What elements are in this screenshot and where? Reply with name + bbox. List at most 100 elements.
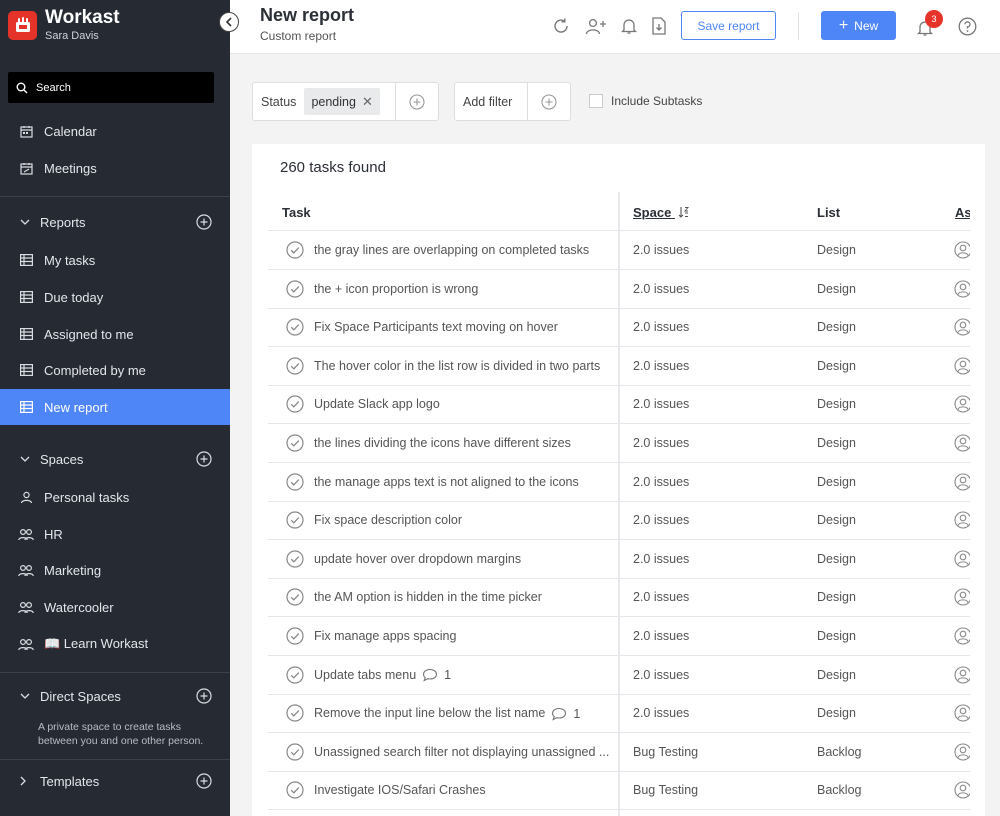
sidebar-search[interactable]: Search bbox=[8, 72, 214, 103]
task-space[interactable]: 2.0 issues bbox=[633, 282, 689, 296]
task-space[interactable]: 2.0 issues bbox=[633, 397, 689, 411]
add-status-value-button[interactable] bbox=[395, 83, 438, 120]
column-header-space[interactable]: Space bbox=[633, 205, 690, 220]
table-row[interactable]: Update tabs menu 1 2.0 issues Design bbox=[268, 656, 970, 695]
task-space[interactable]: 2.0 issues bbox=[633, 629, 689, 643]
assignee-avatar-icon[interactable] bbox=[954, 588, 970, 609]
task-name[interactable]: The hover color in the list row is divid… bbox=[314, 359, 610, 373]
task-list[interactable]: Backlog bbox=[817, 783, 861, 797]
column-header-list[interactable]: List bbox=[817, 205, 840, 220]
complete-task-check-icon[interactable] bbox=[286, 704, 304, 725]
direct-spaces-section-header[interactable]: Direct Spaces bbox=[0, 678, 230, 714]
table-row[interactable]: Remove the input line below the list nam… bbox=[268, 694, 970, 734]
assignee-avatar-icon[interactable] bbox=[954, 704, 970, 725]
complete-task-check-icon[interactable] bbox=[286, 550, 304, 571]
add-template-icon[interactable] bbox=[196, 773, 212, 792]
assignee-avatar-icon[interactable] bbox=[954, 280, 970, 301]
task-name[interactable]: the + icon proportion is wrong bbox=[314, 282, 610, 296]
sidebar-item-assigned-to-me[interactable]: Assigned to me bbox=[0, 316, 230, 352]
close-icon[interactable]: ✕ bbox=[362, 94, 373, 110]
task-name[interactable]: update hover over dropdown margins bbox=[314, 552, 610, 566]
task-name[interactable]: Unassigned search filter not displaying … bbox=[314, 745, 610, 759]
sidebar-item-completed-by-me[interactable]: Completed by me bbox=[0, 352, 230, 388]
brand[interactable]: Workast Sara Davis bbox=[8, 8, 120, 42]
complete-task-check-icon[interactable] bbox=[286, 395, 304, 416]
task-name[interactable]: Fix Space Participants text moving on ho… bbox=[314, 320, 610, 334]
complete-task-check-icon[interactable] bbox=[286, 434, 304, 455]
sidebar-item-hr[interactable]: HR bbox=[0, 516, 230, 552]
task-list[interactable]: Backlog bbox=[817, 745, 861, 759]
refresh-icon[interactable] bbox=[551, 16, 571, 36]
assignee-avatar-icon[interactable] bbox=[954, 781, 970, 802]
task-space[interactable]: 2.0 issues bbox=[633, 552, 689, 566]
task-name[interactable]: the AM option is hidden in the time pick… bbox=[314, 590, 610, 604]
task-list[interactable]: Design bbox=[817, 397, 856, 411]
task-name[interactable]: Update Slack app logo bbox=[314, 397, 610, 411]
add-filter[interactable]: Add filter bbox=[454, 82, 571, 121]
bell-icon[interactable] bbox=[619, 16, 639, 36]
task-space[interactable]: 2.0 issues bbox=[633, 320, 689, 334]
task-space[interactable]: 2.0 issues bbox=[633, 359, 689, 373]
table-row[interactable]: Fix Space Participants text moving on ho… bbox=[268, 308, 970, 348]
task-list[interactable]: Design bbox=[817, 320, 856, 334]
table-row[interactable]: Unassigned search filter not displaying … bbox=[268, 733, 970, 772]
task-list[interactable]: Design bbox=[817, 282, 856, 296]
add-space-icon[interactable] bbox=[196, 451, 212, 470]
table-row[interactable]: the lines dividing the icons have differ… bbox=[268, 424, 970, 463]
task-list[interactable]: Design bbox=[817, 513, 856, 527]
comments-indicator[interactable]: 1 bbox=[551, 707, 580, 721]
sidebar-item-watercooler[interactable]: Watercooler bbox=[0, 589, 230, 625]
assignee-avatar-icon[interactable] bbox=[954, 550, 970, 571]
help-icon[interactable] bbox=[957, 16, 977, 36]
save-report-button[interactable]: Save report bbox=[681, 11, 776, 40]
complete-task-check-icon[interactable] bbox=[286, 627, 304, 648]
table-row[interactable]: update hover over dropdown margins 2.0 is… bbox=[268, 540, 970, 579]
sidebar-item-my-tasks[interactable]: My tasks bbox=[0, 242, 230, 278]
task-list[interactable]: Design bbox=[817, 436, 856, 450]
table-row[interactable]: Investigate IOS/Safari Crashes Bug Testin… bbox=[268, 771, 970, 811]
complete-task-check-icon[interactable] bbox=[286, 241, 304, 262]
task-space[interactable]: 2.0 issues bbox=[633, 513, 689, 527]
task-list[interactable]: Design bbox=[817, 243, 856, 257]
task-space[interactable]: 2.0 issues bbox=[633, 590, 689, 604]
assignee-avatar-icon[interactable] bbox=[954, 434, 970, 455]
task-space[interactable]: 2.0 issues bbox=[633, 243, 689, 257]
spaces-section-header[interactable]: Spaces bbox=[0, 441, 230, 477]
include-subtasks[interactable]: Include Subtasks bbox=[589, 94, 702, 108]
add-report-icon[interactable] bbox=[196, 214, 212, 233]
complete-task-check-icon[interactable] bbox=[286, 472, 304, 494]
complete-task-check-icon[interactable] bbox=[286, 357, 304, 378]
complete-task-check-icon[interactable] bbox=[286, 743, 304, 764]
table-row[interactable]: the AM option is hidden in the time pick… bbox=[268, 578, 970, 618]
column-header-task[interactable]: Task bbox=[282, 205, 311, 220]
task-name[interactable]: Update tabs menu 1 bbox=[314, 668, 610, 683]
task-name[interactable]: the lines dividing the icons have differ… bbox=[314, 436, 610, 450]
add-filter-button[interactable] bbox=[527, 83, 570, 120]
complete-task-check-icon[interactable] bbox=[286, 279, 304, 301]
templates-section-header[interactable]: Templates bbox=[0, 763, 230, 799]
sidebar-item-calendar[interactable]: Calendar bbox=[0, 113, 230, 149]
task-name[interactable]: Fix manage apps spacing bbox=[314, 629, 610, 643]
sidebar-item-meetings[interactable]: Meetings bbox=[0, 150, 230, 186]
assignee-avatar-icon[interactable] bbox=[954, 473, 970, 494]
sidebar-item-learn-workast[interactable]: 📖 Learn Workast bbox=[0, 626, 230, 662]
assignee-avatar-icon[interactable] bbox=[954, 627, 970, 648]
new-button[interactable]: + New bbox=[821, 11, 896, 40]
task-name[interactable]: Remove the input line below the list nam… bbox=[314, 706, 610, 721]
assignee-avatar-icon[interactable] bbox=[954, 666, 970, 687]
table-row[interactable]: the + icon proportion is wrong 2.0 issues… bbox=[268, 270, 970, 309]
task-space[interactable]: 2.0 issues bbox=[633, 436, 689, 450]
table-row[interactable]: The hover color in the list row is divid… bbox=[268, 347, 970, 386]
assignee-avatar-icon[interactable] bbox=[954, 318, 970, 339]
task-list[interactable]: Design bbox=[817, 552, 856, 566]
table-row[interactable]: Fix manage apps spacing 2.0 issues Design bbox=[268, 617, 970, 656]
status-chip[interactable]: pending ✕ bbox=[304, 88, 380, 115]
complete-task-check-icon[interactable] bbox=[286, 318, 304, 339]
sidebar-item-new-report[interactable]: New report bbox=[0, 389, 230, 425]
include-subtasks-checkbox[interactable] bbox=[589, 94, 603, 108]
task-list[interactable]: Design bbox=[817, 475, 856, 489]
column-header-assignee[interactable]: As bbox=[955, 205, 970, 220]
add-direct-space-icon[interactable] bbox=[196, 688, 212, 707]
task-name[interactable]: Fix space description color bbox=[314, 513, 610, 527]
assignee-avatar-icon[interactable] bbox=[954, 511, 970, 532]
